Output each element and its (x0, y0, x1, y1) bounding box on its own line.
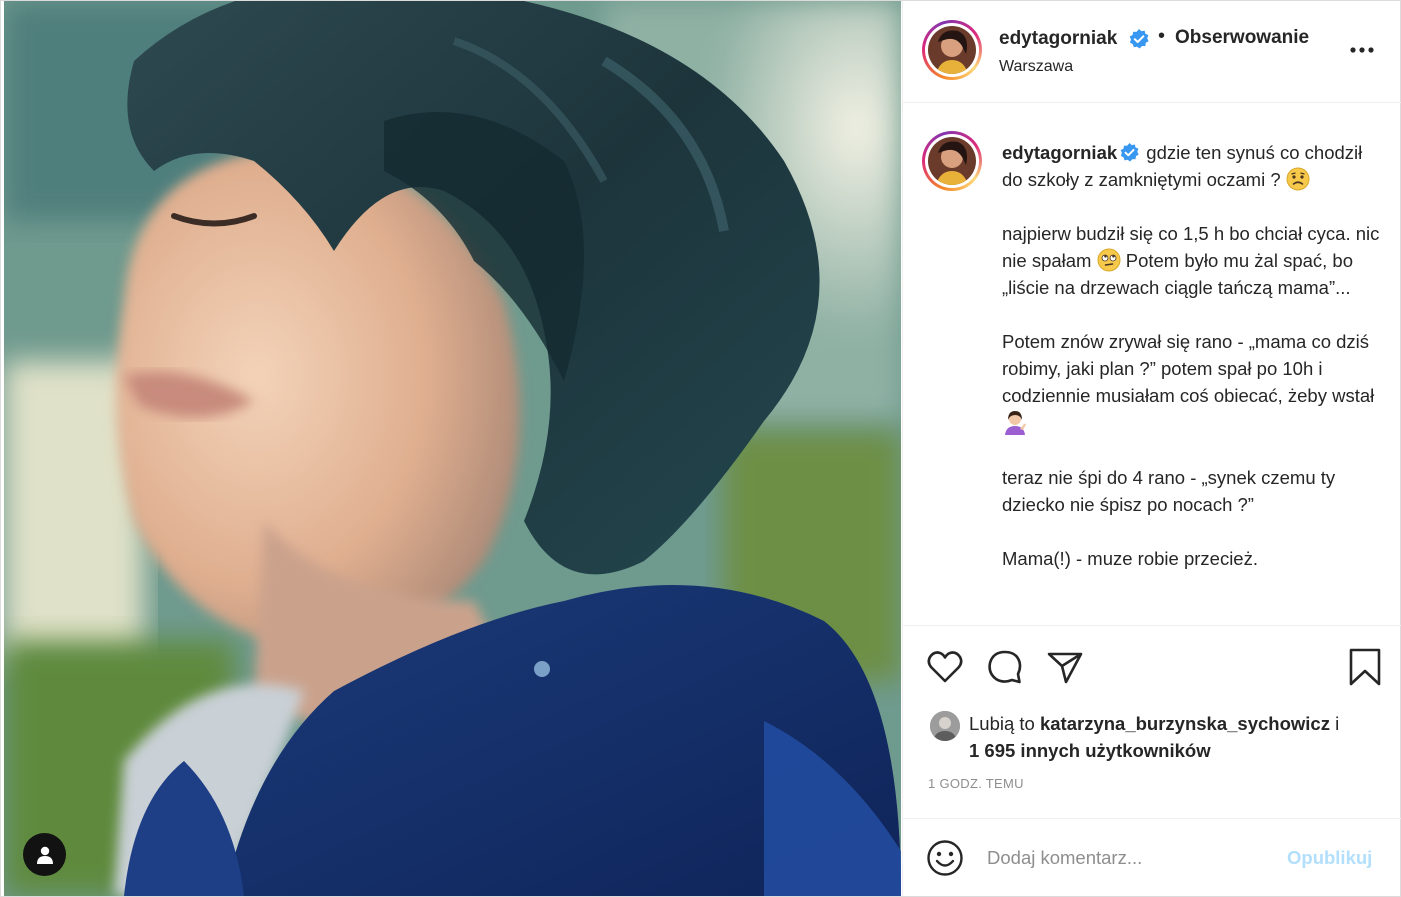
photo-illustration (4, 1, 901, 896)
bookmark-icon[interactable] (1345, 647, 1385, 687)
paper-plane-icon[interactable] (1045, 647, 1085, 687)
author-avatar[interactable] (922, 20, 982, 80)
caption-text: teraz nie śpi do 4 rano - „synek czemu t… (1002, 467, 1336, 515)
post-photo[interactable] (4, 1, 901, 896)
publish-button[interactable]: Opublikuj (1287, 847, 1372, 869)
likes-prefix: Lubią to (969, 713, 1035, 734)
caption-username[interactable]: edytagorniak (1002, 142, 1117, 163)
heart-icon[interactable] (925, 647, 965, 687)
caption-paragraph: teraz nie śpi do 4 rano - „synek czemu t… (1002, 464, 1387, 518)
more-options-icon[interactable] (1349, 37, 1375, 63)
comments-section[interactable]: edytagorniak gdzie ten synuś co chodził … (903, 104, 1401, 624)
verified-badge-icon (1129, 29, 1149, 49)
caption-text: Potem znów zrywał się rano - „mama co dz… (1002, 331, 1375, 406)
post-timestamp[interactable]: 1 godz. temu (928, 776, 1024, 791)
likes-connector: i (1335, 713, 1340, 734)
caption-author-avatar[interactable] (922, 131, 982, 191)
add-comment-bar: Opublikuj (903, 818, 1401, 896)
liker-username[interactable]: katarzyna_burzynska_sychowicz (1040, 713, 1330, 734)
comment-icon[interactable] (985, 647, 1025, 687)
following-button[interactable]: Obserwowanie (1175, 27, 1309, 49)
user-icon (36, 846, 53, 864)
caption-paragraph: Potem znów zrywał się rano - „mama co dz… (1002, 328, 1387, 437)
header-separator: • (1158, 25, 1166, 47)
verified-badge-icon (1120, 143, 1139, 162)
comment-input[interactable] (987, 841, 1277, 875)
worried-face-emoji (1286, 167, 1310, 191)
smiley-icon[interactable] (926, 839, 964, 877)
avatar-image (928, 26, 976, 74)
post-caption: edytagorniak gdzie ten synuś co chodził … (1002, 139, 1387, 599)
woman-tipping-hand-emoji (1005, 411, 1026, 435)
avatar-image (930, 711, 960, 741)
likes-summary: Lubią to katarzyna_burzynska_sychowicz i… (969, 710, 1389, 764)
tagged-users-button[interactable] (23, 833, 66, 876)
post-actions: Lubią to katarzyna_burzynska_sychowicz i… (903, 625, 1401, 818)
rolling-eyes-emoji (1097, 248, 1121, 272)
caption-paragraph: najpierw budził się co 1,5 h bo chciał c… (1002, 220, 1387, 301)
instagram-post: edytagorniak • Obserwowanie Warszawa edy… (0, 0, 1401, 897)
author-username[interactable]: edytagorniak (999, 28, 1117, 50)
liker-avatar[interactable] (930, 711, 960, 741)
post-side-panel: edytagorniak • Obserwowanie Warszawa edy… (902, 1, 1401, 896)
likes-count-link[interactable]: 1 695 innych użytkowników (969, 740, 1211, 761)
caption-text: Mama(!) - muze robie przecież. (1002, 548, 1258, 569)
caption-paragraph: edytagorniak gdzie ten synuś co chodził … (1002, 139, 1387, 193)
caption-paragraph: Mama(!) - muze robie przecież. (1002, 545, 1387, 572)
avatar-image (928, 137, 976, 185)
post-location[interactable]: Warszawa (999, 58, 1073, 76)
post-header: edytagorniak • Obserwowanie Warszawa (903, 1, 1401, 103)
